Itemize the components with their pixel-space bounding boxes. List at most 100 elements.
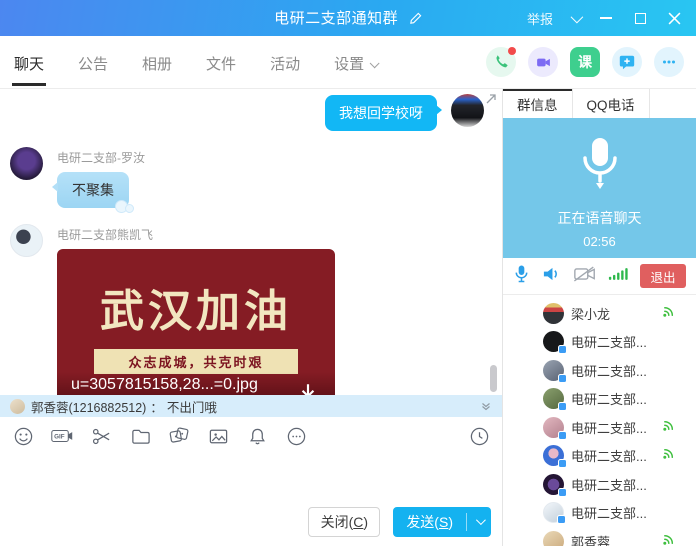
emoji-icon (13, 426, 34, 447)
gif-icon: GIF (51, 426, 73, 446)
more-actions-button[interactable] (654, 47, 684, 77)
close-chat-button[interactable]: 关闭(C) (308, 507, 380, 537)
close-button[interactable] (666, 10, 682, 26)
scissors-icon (91, 426, 112, 447)
speaking-indicator-icon (662, 418, 676, 437)
screenshot-button[interactable] (90, 425, 112, 447)
more-tools-button[interactable] (285, 425, 307, 447)
member-avatar (543, 303, 564, 324)
new-topic-button[interactable] (612, 47, 642, 77)
download-icon (295, 381, 321, 395)
mobile-online-badge (557, 515, 566, 524)
close-icon (668, 12, 681, 25)
send-button-label[interactable]: 发送(S) (393, 507, 466, 537)
incoming-message-1: 电研二支部-罗汝 不聚集 (0, 147, 502, 208)
class-button[interactable]: 课 (570, 47, 600, 77)
tab-chat[interactable]: 聊天 (12, 38, 46, 86)
tab-activity[interactable]: 活动 (268, 38, 302, 86)
mobile-online-badge (558, 488, 567, 497)
member-row[interactable]: 电研二支部... (503, 442, 696, 471)
image-subtitle-banner: 众志成城，共克时艰 (94, 349, 298, 374)
minimize-icon (600, 17, 612, 19)
member-avatar (543, 331, 564, 352)
input-toolbar: GIF (0, 417, 502, 455)
edit-title-icon[interactable] (409, 12, 422, 29)
send-options-button[interactable] (467, 507, 491, 537)
mic-toggle-button[interactable] (513, 264, 530, 289)
member-avatar (543, 474, 564, 495)
notification-text: 不出门哦 (167, 397, 217, 416)
member-row[interactable]: 电研二支部... (503, 328, 696, 357)
svg-text:GIF: GIF (54, 434, 65, 441)
notification-strip[interactable]: 郭香蓉(1216882512) ： 不出门哦 (0, 395, 502, 417)
member-row[interactable]: 郭香蓉 (503, 527, 696, 546)
minimize-button[interactable] (598, 10, 614, 26)
right-panel: 群信息 QQ电话 正在语音聊天 02:56 (503, 89, 696, 546)
file-button[interactable] (129, 425, 151, 447)
tab-group-info[interactable]: 群信息 (503, 89, 573, 118)
speaking-indicator-icon (662, 304, 676, 323)
member-row[interactable]: 电研二支部... (503, 413, 696, 442)
send-chevron-icon (475, 515, 485, 525)
titlebar-chevron-down-icon[interactable] (571, 10, 584, 23)
mic-icon (513, 264, 530, 284)
member-row[interactable]: 梁小龙 (503, 299, 696, 328)
tab-album[interactable]: 相册 (140, 38, 174, 86)
mobile-online-badge (558, 374, 567, 383)
tab-files[interactable]: 文件 (204, 38, 238, 86)
tab-bar: 聊天 公告 相册 文件 活动 设置 课 (0, 36, 696, 89)
folder-icon (130, 426, 151, 447)
collapse-notification-icon[interactable] (480, 400, 492, 412)
clock-icon (469, 426, 490, 447)
incoming-bubble[interactable]: 不聚集 (57, 172, 129, 208)
video-camera-icon (535, 54, 552, 71)
image-icon (208, 426, 229, 447)
voice-controls: 退出 (503, 258, 696, 295)
meme-button[interactable] (168, 425, 190, 447)
tab-settings[interactable]: 设置 (332, 38, 378, 86)
group-title: 电研二支部通知群 (274, 10, 398, 27)
tab-announcement[interactable]: 公告 (76, 38, 110, 86)
member-avatar (543, 502, 564, 523)
avatar-self[interactable] (451, 94, 484, 127)
microphone-icon (575, 134, 625, 200)
image-message[interactable]: 武汉加油 众志成城，共克时艰 u=3057815158,28...=0.jpg … (57, 249, 335, 395)
video-call-button[interactable] (528, 47, 558, 77)
avatar-xiongkaifei[interactable] (10, 224, 43, 257)
voice-call-button[interactable] (486, 47, 516, 77)
speaker-toggle-button[interactable] (542, 265, 561, 288)
report-button[interactable]: 举报 (527, 9, 553, 28)
exit-call-button[interactable]: 退出 (640, 264, 686, 288)
voice-chat-panel: 正在语音聊天 02:56 (503, 118, 696, 258)
member-row[interactable]: 电研二支部... (503, 385, 696, 414)
picture-button[interactable] (207, 425, 229, 447)
emoji-button[interactable] (12, 425, 34, 447)
send-button[interactable]: 发送(S) (393, 507, 491, 537)
avatar-luoru[interactable] (10, 147, 43, 180)
member-row[interactable]: 电研二支部... (503, 470, 696, 499)
download-button[interactable] (295, 381, 321, 395)
message-list: 我想回学校呀 电研二支部-罗汝 不聚集 (0, 89, 502, 395)
image-headline: 武汉加油 (57, 275, 335, 339)
member-avatar (543, 445, 564, 466)
history-button[interactable] (468, 425, 490, 447)
camera-toggle-button[interactable] (573, 265, 597, 288)
tab-qq-call[interactable]: QQ电话 (573, 89, 650, 118)
chat-scrollbar-thumb[interactable] (490, 365, 497, 392)
member-row[interactable]: 电研二支部... (503, 499, 696, 528)
remind-button[interactable] (246, 425, 268, 447)
notification-sender: 郭香蓉(1216882512) (31, 397, 146, 416)
maximize-button[interactable] (632, 10, 648, 26)
mobile-online-badge (558, 431, 567, 440)
popout-icon[interactable] (485, 92, 497, 110)
cloud-decoration-icon (115, 201, 137, 213)
ellipsis-icon (660, 53, 678, 71)
message-input[interactable] (0, 455, 502, 497)
gif-button[interactable]: GIF (51, 425, 73, 447)
maximize-icon (635, 13, 646, 24)
bubble-plus-icon (618, 53, 636, 71)
sender-name: 电研二支部-罗汝 (57, 149, 145, 166)
speaker-icon (542, 265, 561, 283)
member-row[interactable]: 电研二支部... (503, 356, 696, 385)
outgoing-bubble[interactable]: 我想回学校呀 (325, 95, 437, 131)
